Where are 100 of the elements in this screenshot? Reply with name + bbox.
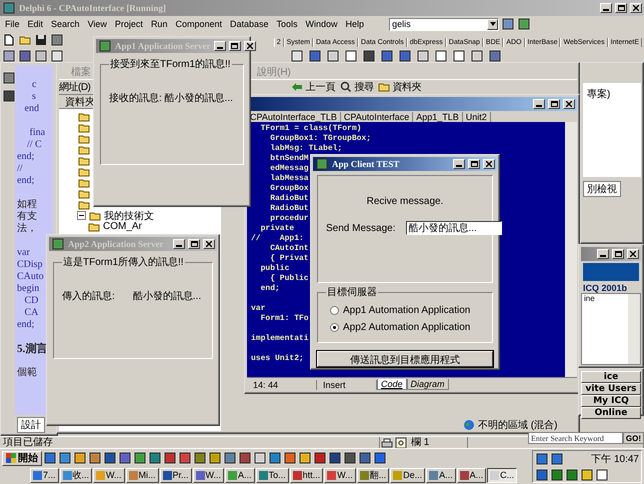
quick-launch-icon[interactable] (328, 451, 342, 465)
close-button[interactable] (563, 99, 575, 109)
quick-launch-icon[interactable] (43, 451, 57, 465)
component-icon[interactable] (344, 49, 358, 63)
toolbar-icon[interactable] (50, 49, 64, 63)
quick-launch-icon[interactable] (208, 451, 222, 465)
maximize-button[interactable] (615, 3, 627, 13)
quick-launch-icon[interactable] (58, 451, 72, 465)
taskbar-button[interactable]: C... (487, 468, 518, 482)
tray-icon[interactable] (535, 452, 549, 466)
minimize-button[interactable] (214, 41, 226, 51)
component-icon[interactable] (470, 49, 484, 63)
desktop-icon[interactable] (501, 17, 516, 31)
menu-item[interactable]: Project (112, 19, 146, 29)
minimize-button[interactable] (597, 249, 609, 259)
taskbar-button[interactable]: Pr... (160, 468, 192, 482)
send-button[interactable]: 傳送訊息到目標應用程式 (317, 351, 493, 367)
taskbar-button[interactable]: Mi... (126, 468, 159, 482)
quick-launch-icon[interactable] (193, 451, 207, 465)
maximize-button[interactable] (612, 249, 624, 259)
taskbar-button[interactable]: To... (256, 468, 289, 482)
quick-launch-icon[interactable] (133, 451, 147, 465)
tray-icon[interactable] (595, 468, 609, 482)
tree-expander-icon[interactable] (77, 211, 86, 220)
desktop-combo[interactable]: gelis (389, 18, 500, 30)
close-button[interactable] (630, 3, 642, 13)
taskbar-button[interactable]: W... (93, 468, 125, 482)
view-tab[interactable]: 別檢視 (583, 181, 621, 197)
quick-launch-icon[interactable] (343, 451, 357, 465)
printer-icon[interactable] (380, 436, 394, 450)
menu-item[interactable]: Database (226, 19, 272, 29)
minimize-button[interactable] (453, 159, 465, 169)
menu-item[interactable]: Search (48, 19, 83, 29)
taskbar-button[interactable]: 收... (60, 468, 92, 482)
maximize-button[interactable] (188, 239, 200, 249)
menu-item[interactable]: View (84, 19, 110, 29)
taskbar-button[interactable]: De... (390, 468, 426, 482)
start-button[interactable]: 開始 (2, 450, 42, 466)
taskbar-button[interactable]: htt... (290, 468, 324, 482)
close-button[interactable] (483, 159, 495, 169)
quick-launch-icon[interactable] (238, 451, 252, 465)
quick-launch-icon[interactable] (283, 451, 297, 465)
tray-icon[interactable] (550, 468, 564, 482)
back-button[interactable]: 上一頁 (290, 80, 336, 94)
toolbar-icon[interactable] (2, 49, 16, 63)
tray-icon[interactable] (565, 468, 579, 482)
toolbar-icon[interactable] (50, 33, 64, 47)
component-icon[interactable] (308, 49, 322, 63)
menu-item[interactable]: Window (302, 19, 341, 29)
view-tab[interactable]: Diagram (406, 379, 449, 390)
component-icon[interactable] (434, 49, 448, 63)
taskbar-button[interactable]: 7... (30, 468, 59, 482)
quick-launch-icon[interactable] (268, 451, 282, 465)
scrollbar[interactable] (628, 294, 640, 364)
tools-icon[interactable] (2, 89, 16, 103)
component-icon[interactable] (416, 49, 430, 63)
search-button[interactable]: 搜尋 (339, 80, 374, 94)
menu-item[interactable]: File (2, 19, 23, 29)
view-tab[interactable]: Code (377, 379, 407, 390)
quick-launch-icon[interactable] (178, 451, 192, 465)
minimize-button[interactable] (173, 239, 185, 249)
close-button[interactable] (244, 41, 256, 51)
tray-icon[interactable] (550, 452, 564, 466)
tree-item[interactable]: COM_Ar (103, 221, 142, 232)
taskbar-button[interactable]: A... (426, 468, 456, 482)
tray-icon[interactable] (580, 468, 594, 482)
quick-launch-icon[interactable] (103, 451, 117, 465)
radio-option[interactable]: App2 Automation Application (326, 322, 484, 333)
quick-launch-icon[interactable] (373, 451, 387, 465)
taskbar-button[interactable]: A... (456, 468, 486, 482)
menu-item[interactable]: Help (342, 19, 368, 29)
component-icon[interactable] (326, 49, 340, 63)
maximize-button[interactable] (468, 159, 480, 169)
toolbar-icon[interactable] (2, 71, 16, 85)
icq-button[interactable]: ice (581, 371, 641, 383)
icq-button[interactable]: My ICQ (581, 395, 641, 407)
tray-icon[interactable] (535, 468, 549, 482)
toolbar-icon[interactable] (18, 49, 32, 63)
quick-launch-icon[interactable] (253, 451, 267, 465)
document-icon[interactable] (2, 33, 16, 47)
quick-launch-icon[interactable] (148, 451, 162, 465)
menu-item[interactable]: Edit (24, 19, 46, 29)
message-field[interactable]: 酷小發的訊息... (406, 221, 502, 235)
quick-launch-icon[interactable] (223, 451, 237, 465)
quick-launch-icon[interactable] (358, 451, 372, 465)
quick-launch-icon[interactable] (163, 451, 177, 465)
taskbar-button[interactable]: A... (225, 468, 255, 482)
scrollbar[interactable] (565, 122, 577, 377)
quick-launch-icon[interactable] (73, 451, 87, 465)
minimize-button[interactable] (600, 3, 612, 13)
menu-item[interactable]: Tools (274, 19, 301, 29)
desktop-icon[interactable] (517, 17, 532, 31)
menu-item[interactable]: Component (172, 19, 225, 29)
component-icon[interactable] (398, 49, 412, 63)
component-icon[interactable] (290, 49, 304, 63)
search-field[interactable]: Enter Search Keyword (528, 432, 623, 444)
quick-launch-icon[interactable] (88, 451, 102, 465)
minimize-button[interactable] (533, 99, 545, 109)
help-icon[interactable] (394, 436, 408, 450)
icq-button[interactable]: vite Users (581, 383, 641, 395)
